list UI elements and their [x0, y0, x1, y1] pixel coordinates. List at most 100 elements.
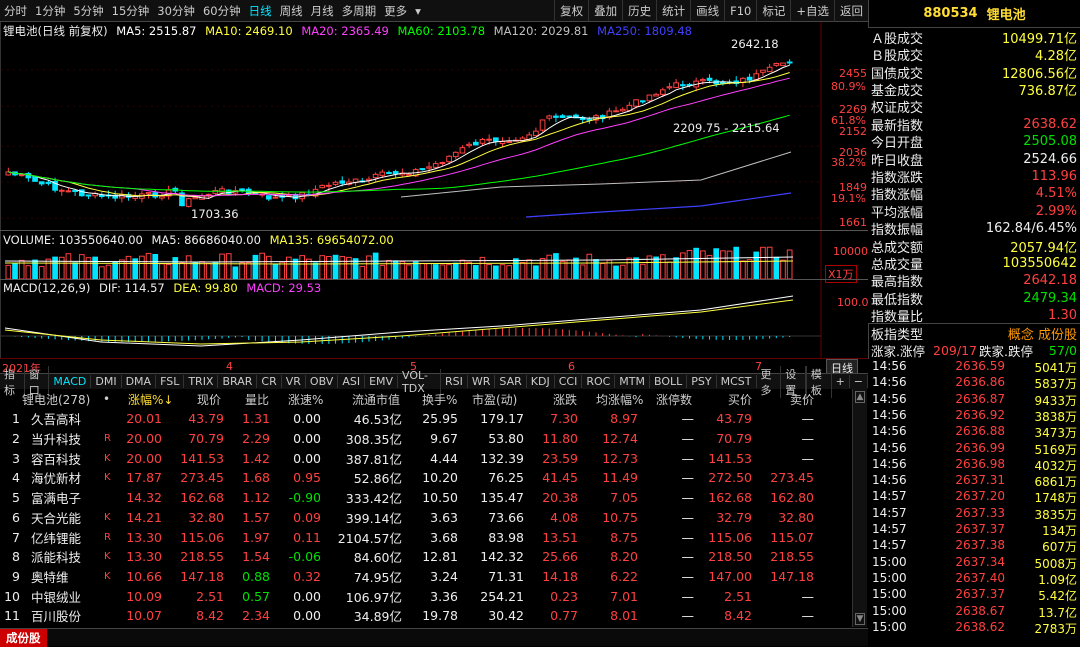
volume-bar	[139, 255, 145, 279]
tab-dma[interactable]: DMA	[122, 375, 157, 388]
tab-fsl[interactable]: FSL	[156, 375, 185, 388]
scroll-down-icon[interactable]: ▼	[855, 613, 865, 625]
period-60min[interactable]: 60分钟	[199, 3, 245, 19]
tab-dmi[interactable]: DMI	[91, 375, 122, 388]
col-float-mcap[interactable]: 流通市值	[352, 391, 400, 408]
tab-vr[interactable]: VR	[282, 375, 306, 388]
minus-icon[interactable]: −	[850, 375, 868, 388]
tab-cci[interactable]: CCI	[555, 375, 583, 388]
limit-count: —	[681, 450, 695, 466]
candle	[452, 151, 459, 158]
f10-button[interactable]: F10	[724, 0, 756, 22]
tab-cr[interactable]: CR	[257, 375, 282, 388]
table-row[interactable]: 2 当升科技 R 20.00 70.79 2.29 0.00 308.35亿 9.67 53.80…	[0, 429, 868, 449]
period-more[interactable]: 更多	[380, 3, 411, 19]
tab-trix[interactable]: TRIX	[184, 375, 219, 388]
tab-roc[interactable]: ROC	[582, 375, 616, 388]
volume-bar	[145, 252, 152, 279]
tick-price: 2636.86	[955, 375, 1005, 390]
tick-row: 14:56 2636.59 5041万	[869, 359, 1080, 375]
plus-icon[interactable]: +	[832, 375, 850, 388]
col-name[interactable]: 锂电池(278)	[22, 391, 90, 408]
stats-button[interactable]: 统计	[656, 0, 690, 22]
tab-boll[interactable]: BOLL	[650, 375, 688, 388]
volume-bar	[439, 264, 446, 279]
row-index: 1	[12, 411, 20, 427]
chevron-down-icon[interactable]: ▾	[411, 4, 425, 18]
add-watchlist-button[interactable]: +自选	[790, 0, 834, 22]
tick-time: 14:56	[872, 440, 907, 455]
candle	[332, 181, 339, 185]
col-change-pct[interactable]: 涨幅%↓	[128, 391, 173, 408]
volume-ratio: 2.29	[242, 431, 270, 447]
overlay-button[interactable]: 叠加	[588, 0, 622, 22]
period-multi[interactable]: 多周期	[338, 3, 381, 19]
restore-button[interactable]: 复权	[554, 0, 588, 22]
table-row[interactable]: 8 派能科技 K 13.30 218.55 1.54 -0.06 84.60亿 12.81 142…	[0, 547, 868, 567]
tab-kdj[interactable]: KDJ	[527, 375, 555, 388]
constituents-tab[interactable]: 成份股	[0, 629, 47, 647]
table-row[interactable]: 5 富满电子 14.32 162.68 1.12 -0.90 333.42亿 10.50 135…	[0, 488, 868, 508]
col-turnover[interactable]: 换手%	[422, 391, 457, 408]
history-button[interactable]: 历史	[622, 0, 656, 22]
change: 14.18	[542, 568, 578, 584]
table-row[interactable]: 6 天合光能 K 14.21 32.80 1.57 0.09 399.14亿 3.63 73.66…	[0, 508, 868, 528]
period-30min[interactable]: 30分钟	[153, 3, 199, 19]
col-change[interactable]: 涨跌	[553, 391, 577, 408]
tab-mtm[interactable]: MTM	[615, 375, 650, 388]
col-bid[interactable]: 买价	[728, 391, 752, 408]
period-monthly[interactable]: 月线	[307, 3, 338, 19]
info-label: 平均涨幅	[871, 205, 924, 221]
tab-asi[interactable]: ASI	[338, 375, 366, 388]
info-row: 权证成交	[869, 98, 1080, 116]
tab-sar[interactable]: SAR	[495, 375, 527, 388]
bid: 147.00	[708, 568, 752, 584]
ask: —	[801, 450, 815, 466]
table-row[interactable]: 9 奥特维 K 10.66 147.18 0.88 0.32 74.95亿 3.24 71.31 1…	[0, 567, 868, 587]
volume-bar	[673, 257, 679, 279]
volume-bar	[245, 262, 252, 279]
tab-obv[interactable]: OBV	[306, 375, 339, 388]
tab-psy[interactable]: PSY	[687, 375, 717, 388]
bid: 218.50	[708, 549, 752, 565]
macd-panel[interactable]: MACD(12,26,9) DIF: 114.57 DEA: 99.80 MAC…	[0, 280, 869, 358]
volume-bar	[726, 250, 733, 279]
tab-brar[interactable]: BRAR	[218, 375, 258, 388]
table-row[interactable]: 10 中银绒业 10.09 2.51 0.57 0.00 106.97亿 3.36 254.21…	[0, 586, 868, 606]
col-limit-count[interactable]: 涨停数	[656, 391, 692, 408]
table-row[interactable]: 3 容百科技 K 20.00 141.53 1.42 0.00 387.81亿 4.44 132.…	[0, 448, 868, 468]
period-15min[interactable]: 15分钟	[108, 3, 154, 19]
info-label: 国债成交	[871, 66, 924, 82]
period-weekly[interactable]: 周线	[276, 3, 307, 19]
tab-rsi[interactable]: RSI	[441, 375, 468, 388]
draw-line-button[interactable]: 画线	[690, 0, 724, 22]
tab-emv[interactable]: EMV	[365, 375, 399, 388]
table-row[interactable]: 4 海优新材 K 17.87 273.45 1.68 0.95 52.86亿 10.20 76.2…	[0, 468, 868, 488]
col-avg-change[interactable]: 均涨幅%	[596, 391, 643, 408]
tick-row: 15:00 2637.37 5.42亿	[869, 587, 1080, 603]
volume-panel[interactable]: VOLUME: 103550640.00 MA5: 86686040.00 MA…	[0, 231, 868, 283]
period-fenshi[interactable]: 分时	[0, 3, 31, 19]
col-speed[interactable]: 涨速%	[288, 391, 323, 408]
scroll-up-icon[interactable]: ▲	[855, 391, 865, 403]
col-pe[interactable]: 市盈(动)	[472, 391, 517, 408]
volume-bar	[58, 256, 65, 279]
period-daily[interactable]: 日线	[245, 3, 276, 19]
table-row[interactable]: 11 百川股份 10.07 8.42 2.34 0.00 34.89亿 19.78 30.42 0…	[0, 606, 868, 626]
table-row[interactable]: 1 久吾高科 20.01 43.79 1.31 0.00 46.53亿 25.95 179.17…	[0, 409, 868, 429]
col-volume-ratio[interactable]: 量比	[245, 391, 269, 408]
kline-panel[interactable]: 锂电池(日线 前复权) MA5: 2515.87 MA10: 2469.10 M…	[0, 22, 868, 230]
tab-macd[interactable]: MACD	[49, 375, 92, 388]
period-5min[interactable]: 5分钟	[69, 3, 107, 19]
mark-button[interactable]: 标记	[756, 0, 790, 22]
table-scrollbar[interactable]: ▲ ▼	[852, 389, 867, 627]
tab-wr[interactable]: WR	[468, 375, 496, 388]
period-1min[interactable]: 1分钟	[31, 3, 69, 19]
info-row: 指数涨幅 4.51%	[869, 185, 1080, 203]
back-button[interactable]: 返回	[834, 0, 868, 22]
tick-time: 14:57	[872, 505, 907, 520]
tab-mcst[interactable]: MCST	[717, 375, 757, 388]
col-ask[interactable]: 卖价	[790, 391, 814, 408]
table-row[interactable]: 7 亿纬锂能 R 13.30 115.06 1.97 0.11 2104.57亿 3.68 83.…	[0, 527, 868, 547]
col-price[interactable]: 现价	[197, 391, 221, 408]
